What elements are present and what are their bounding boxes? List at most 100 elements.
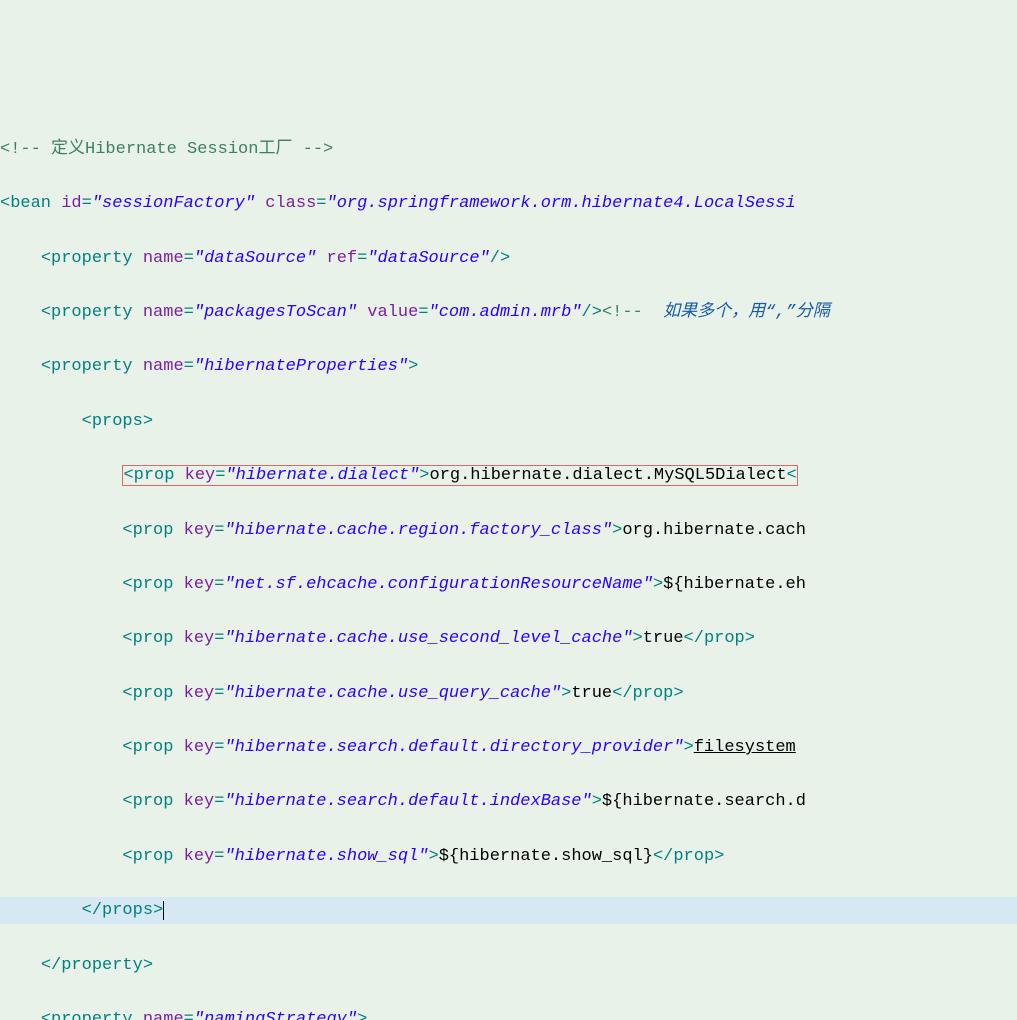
text-cursor — [163, 901, 164, 920]
attr-ref: ref — [327, 249, 358, 268]
tag-prop: prop — [133, 684, 174, 703]
punct-eq: = — [316, 194, 326, 213]
code-line-cursor: </props> — [0, 897, 1017, 924]
attr-name: name — [143, 1010, 184, 1020]
tag-property: property — [51, 357, 133, 376]
val: net.sf.ehcache.configurationResourceName — [235, 575, 643, 594]
attr-key: key — [184, 792, 215, 811]
code-line: <bean id="sessionFactory" class="org.spr… — [0, 190, 1017, 217]
tag-property: property — [51, 1010, 133, 1020]
punct-gt: > — [419, 466, 429, 485]
quote: " — [367, 249, 377, 268]
quote: " — [225, 466, 235, 485]
quote: " — [582, 792, 592, 811]
punct-eq: = — [184, 303, 194, 322]
punct-eq: = — [357, 249, 367, 268]
quote: " — [326, 194, 336, 213]
comment-open: <!-- — [0, 140, 51, 159]
quote: " — [224, 629, 234, 648]
quote: " — [224, 738, 234, 757]
tag-property: property — [51, 249, 133, 268]
code-line: <prop key="hibernate.show_sql">${hiberna… — [0, 843, 1017, 870]
tag-close-prop: </prop> — [684, 629, 755, 648]
quote: " — [245, 194, 255, 213]
tag-prop: prop — [133, 521, 174, 540]
punct-eq: = — [214, 629, 224, 648]
punct-lt: < — [122, 521, 132, 540]
val: hibernate.cache.region.factory_class — [235, 521, 602, 540]
val: sessionFactory — [102, 194, 245, 213]
code-line: <property name="hibernateProperties"> — [0, 353, 1017, 380]
punct-lt: < — [0, 194, 10, 213]
code-line: <prop key="hibernate.dialect">org.hibern… — [0, 462, 1017, 489]
punct-lt: < — [123, 466, 133, 485]
text: org.hibernate.dialect.MySQL5Dialect — [430, 466, 787, 485]
quote: " — [347, 303, 357, 322]
punct-lt: < — [41, 1010, 51, 1020]
text: true — [571, 684, 612, 703]
quote: " — [643, 575, 653, 594]
punct-gt: > — [561, 684, 571, 703]
code-line: <prop key="hibernate.cache.use_query_cac… — [0, 680, 1017, 707]
val: com.admin.mrb — [439, 303, 572, 322]
quote: " — [347, 1010, 357, 1020]
attr-key: key — [184, 575, 215, 594]
punct-lt: < — [82, 412, 92, 431]
attr-key: key — [184, 847, 215, 866]
attr-id: id — [61, 194, 81, 213]
attr-name: name — [143, 357, 184, 376]
tag-close-prop: </prop> — [612, 684, 683, 703]
comment-mid: Hibernate Session — [85, 140, 258, 159]
attr-key: key — [185, 466, 216, 485]
attr-value: value — [367, 303, 418, 322]
xml-code-block[interactable]: <!-- 定义Hibernate Session工厂 --> <bean id=… — [0, 109, 1017, 1020]
comment-cjk: 工厂 — [258, 140, 292, 159]
tag-close-props: </props> — [82, 901, 164, 920]
quote: " — [224, 521, 234, 540]
quote: " — [673, 738, 683, 757]
punct-eq: = — [214, 575, 224, 594]
punct-slashgt: /> — [582, 303, 602, 322]
punct-lt: < — [122, 792, 132, 811]
punct-eq: = — [184, 357, 194, 376]
text: org.hibernate.cach — [622, 521, 806, 540]
text: true — [643, 629, 684, 648]
tag-prop: prop — [133, 847, 174, 866]
code-line: <prop key="hibernate.cache.use_second_le… — [0, 625, 1017, 652]
tag-prop: prop — [134, 466, 175, 485]
code-line: </property> — [0, 952, 1017, 979]
punct-eq: = — [214, 792, 224, 811]
tag-close-prop: </prop> — [653, 847, 724, 866]
punct-gt: > — [357, 1010, 367, 1020]
quote: " — [622, 629, 632, 648]
val: hibernate.search.default.indexBase — [235, 792, 582, 811]
val: hibernate.cache.use_query_cache — [235, 684, 551, 703]
punct-lt: < — [122, 847, 132, 866]
punct-eq: = — [214, 738, 224, 757]
punct-eq: = — [214, 684, 224, 703]
punct-gt: > — [592, 792, 602, 811]
punct-eq: = — [82, 194, 92, 213]
val: dataSource — [204, 249, 306, 268]
tag-bean: bean — [10, 194, 51, 213]
punct-eq: = — [214, 847, 224, 866]
punct-lt: < — [122, 684, 132, 703]
val: org.springframework.orm.hibernate4.Local… — [337, 194, 796, 213]
quote: " — [224, 847, 234, 866]
punct-gt: > — [653, 575, 663, 594]
quote: " — [194, 249, 204, 268]
quote: " — [194, 1010, 204, 1020]
punct-gt: > — [633, 629, 643, 648]
punct-lt: < — [41, 303, 51, 322]
tag-close-property: </property> — [41, 956, 153, 975]
quote: " — [224, 575, 234, 594]
punct-slashgt: /> — [490, 249, 510, 268]
code-line: <prop key="hibernate.search.default.dire… — [0, 734, 1017, 761]
tag-prop: prop — [133, 629, 174, 648]
code-line: <property name="packagesToScan" value="c… — [0, 299, 1017, 326]
quote: " — [409, 466, 419, 485]
val: hibernate.cache.use_second_level_cache — [235, 629, 623, 648]
code-line: <prop key="hibernate.search.default.inde… — [0, 788, 1017, 815]
punct-gt: > — [684, 738, 694, 757]
tag-props: props — [92, 412, 143, 431]
